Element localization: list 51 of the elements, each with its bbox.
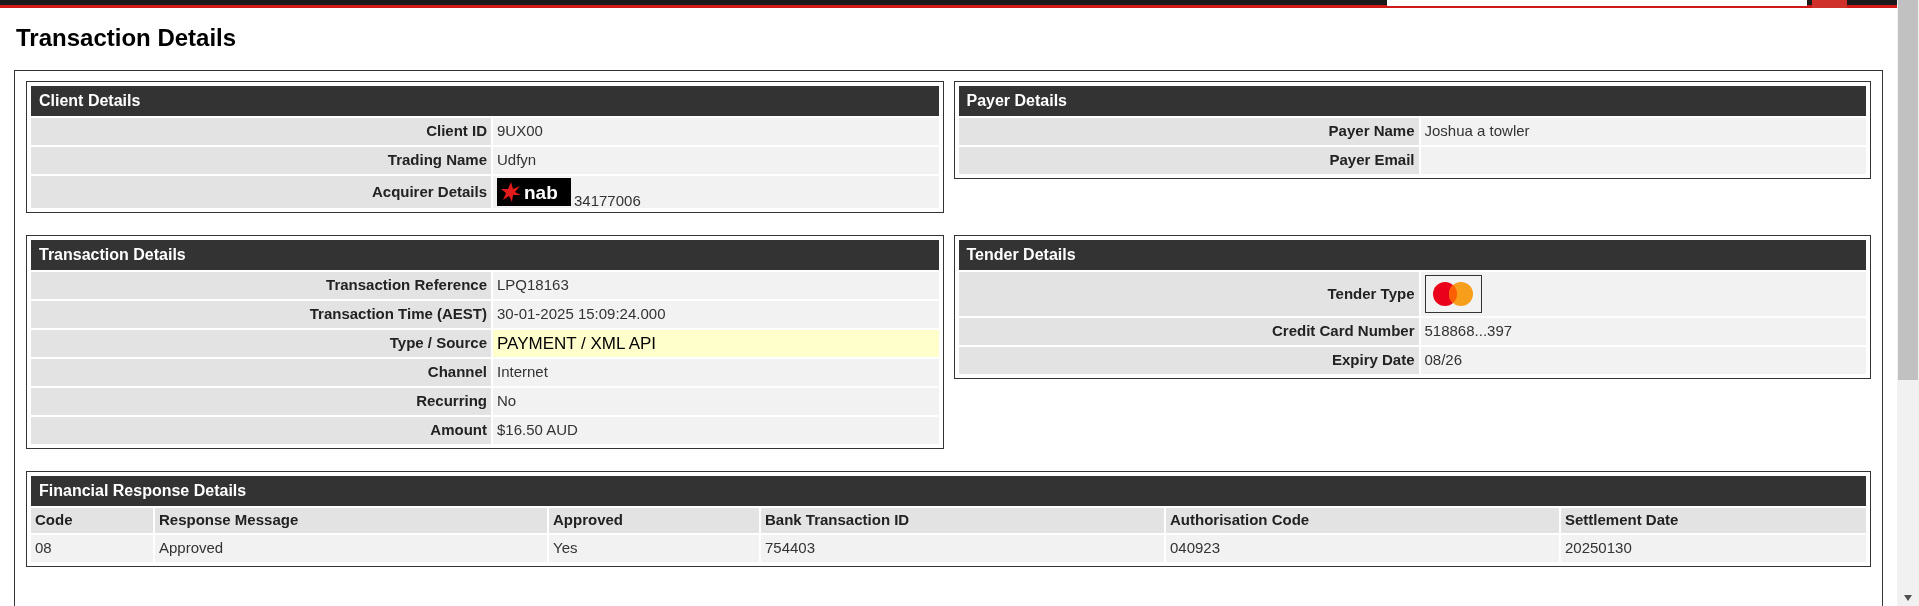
field-label: Amount [31,417,491,444]
field-value: Udfyn [493,147,939,174]
scrollbar[interactable] [1897,0,1919,606]
column-header: Code [31,508,153,533]
table-cell: 08 [31,535,153,562]
panel-header: Tender Details [958,240,1866,270]
star-icon [501,182,521,202]
field-label: Recurring [31,388,491,415]
field-value: No [493,388,939,415]
field-value: 08/26 [1420,347,1866,374]
acquirer-id: 34177006 [574,193,641,208]
field-label: Type / Source [31,330,491,357]
field-label: Credit Card Number [958,318,1419,345]
panel-header: Client Details [31,86,939,116]
panel-header: Financial Response Details [31,476,1866,506]
field-label: Expiry Date [958,347,1419,374]
column-header: Approved [549,508,759,533]
field-value: 30-01-2025 15:09:24.000 [493,301,939,328]
table-cell: 20250130 [1561,535,1866,562]
field-label: Tender Type [958,272,1419,316]
field-value: 518868...397 [1420,318,1866,345]
table-cell: 754403 [761,535,1164,562]
field-value: Joshua a towler [1420,118,1866,145]
field-value: Internet [493,359,939,386]
field-label: Acquirer Details [31,176,491,208]
field-label: Trading Name [31,147,491,174]
table-cell: 040923 [1166,535,1559,562]
table-cell: Approved [155,535,547,562]
table-cell: Yes [549,535,759,562]
search-button[interactable] [1812,0,1847,8]
field-value: LPQ18163 [493,272,939,299]
field-label: Client ID [31,118,491,145]
field-value: PAYMENT / XML API [493,330,939,357]
column-header: Response Message [155,508,547,533]
column-header: Authorisation Code [1166,508,1559,533]
scroll-down-icon[interactable] [1903,594,1913,602]
column-header: Settlement Date [1561,508,1866,533]
field-label: Transaction Reference [31,272,491,299]
field-label: Payer Email [958,147,1419,174]
panel-header: Payer Details [958,86,1866,116]
field-label: Payer Name [958,118,1419,145]
field-value: $16.50 AUD [493,417,939,444]
page-title: Transaction Details [16,23,237,53]
field-value: 9UX00 [493,118,939,145]
scrollbar-thumb[interactable] [1898,0,1918,380]
logo-text: nab [524,182,558,202]
panel-header: Transaction Details [31,240,939,270]
column-header: Bank Transaction ID [761,508,1164,533]
card-brand-icon [1432,281,1474,307]
field-label: Channel [31,359,491,386]
field-label: Transaction Time (AEST) [31,301,491,328]
